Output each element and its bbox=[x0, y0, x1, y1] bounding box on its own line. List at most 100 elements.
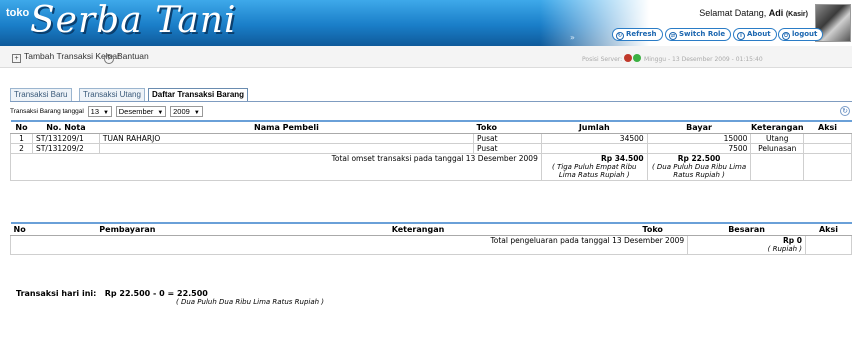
daily-summary: Transaksi hari ini: Rp 22.500 - 0 = 22.5… bbox=[16, 289, 208, 298]
total-bayar-words: ( Dua Puluh Dua Ribu Lima Ratus Rupiah ) bbox=[651, 162, 747, 179]
greeting: Selamat Datang, Adi (Kasir) bbox=[699, 8, 808, 18]
toolbar: + Tambah Transaksi Keluar ? Bantuan Posisi… bbox=[0, 46, 852, 68]
total-row: Total omset transaksi pada tanggal 13 De… bbox=[10, 152, 852, 181]
help-icon: ? bbox=[104, 54, 114, 64]
server-datetime: Minggu - 13 Desember 2009 - 01:15:40 bbox=[644, 56, 763, 63]
summary-formula: Rp 22.500 - 0 = bbox=[104, 289, 175, 298]
cell-toko: Pusat bbox=[472, 132, 542, 144]
total-bayar-cell: Rp 22.500 ( Dua Puluh Dua Ribu Lima Ratu… bbox=[646, 152, 752, 181]
server-label: Posisi Server: bbox=[582, 56, 623, 63]
month-value: Desember bbox=[118, 107, 154, 116]
chevron-down-icon: ▼ bbox=[157, 110, 164, 116]
about-label: About bbox=[747, 30, 771, 38]
user-role: (Kasir) bbox=[785, 11, 808, 18]
chevron-down-icon: ▼ bbox=[103, 110, 109, 116]
total-jumlah-words: ( Tiga Puluh Empat Ribu Lima Ratus Rupia… bbox=[552, 162, 637, 179]
cell-bayar: 7500 bbox=[646, 142, 752, 154]
col-header: Pembayaran bbox=[36, 223, 219, 236]
user-name: Adi bbox=[768, 8, 784, 18]
total-row: Total pengeluaran pada tanggal 13 Desemb… bbox=[9, 234, 852, 255]
total-besaran-cell: Rp 0 ( Rupiah ) bbox=[687, 234, 806, 255]
cell-nota: ST/131209/1 bbox=[31, 132, 100, 144]
expense-table: No Pembayaran Keterangan Toko Besaran Ak… bbox=[9, 222, 852, 255]
help-link[interactable]: ? Bantuan bbox=[104, 51, 149, 64]
tab-transaksi-baru[interactable]: Transaksi Baru bbox=[10, 88, 72, 101]
server-status: Posisi Server: Minggu - 13 Desember 2009… bbox=[582, 54, 763, 63]
summary-words: ( Dua Puluh Dua Ribu Lima Ratus Rupiah ) bbox=[176, 298, 325, 306]
total-jumlah-cell: Rp 34.500 ( Tiga Puluh Empat Ribu Lima R… bbox=[540, 152, 648, 181]
cell-toko: Pusat bbox=[472, 142, 542, 154]
cell-nota: ST/131209/2 bbox=[31, 142, 100, 154]
col-header: No bbox=[10, 121, 33, 134]
col-header: Nama Pembeli bbox=[99, 121, 474, 134]
col-header: No. Nota bbox=[32, 121, 100, 134]
refresh-label: Refresh bbox=[626, 30, 657, 38]
cell-no: 1 bbox=[10, 132, 33, 144]
refresh-icon: ↻ bbox=[616, 32, 624, 40]
day-value: 13 bbox=[90, 107, 99, 116]
chevron-down-icon: ▼ bbox=[193, 110, 200, 116]
table-row[interactable]: 1 ST/131209/1 TUAN RAHARJO Pusat 34500 1… bbox=[10, 132, 852, 144]
col-header: Bayar bbox=[647, 121, 751, 134]
col-header: Jumlah bbox=[541, 121, 648, 134]
cell-keterangan: Pelunasan bbox=[750, 142, 805, 154]
sales-table: No No. Nota Nama Pembeli Toko Jumlah Bay… bbox=[10, 120, 852, 181]
total-jumlah: Rp 34.500 bbox=[600, 153, 644, 163]
cell-jumlah bbox=[540, 142, 648, 154]
header-marker: » bbox=[570, 33, 575, 42]
col-header: Toko bbox=[473, 121, 542, 134]
power-icon: ⏻ bbox=[782, 32, 790, 40]
summary-result: 22.500 bbox=[177, 289, 208, 298]
app-logo: Serba Tani bbox=[30, 0, 237, 41]
info-icon: i bbox=[737, 32, 745, 40]
logout-label: logout bbox=[792, 30, 818, 38]
month-select[interactable]: Desember ▼ bbox=[115, 106, 167, 117]
tab-daftar-transaksi[interactable]: Daftar Transaksi Barang bbox=[148, 88, 249, 102]
cell-empty bbox=[750, 152, 805, 181]
col-header: Keterangan bbox=[750, 121, 804, 134]
cell-empty bbox=[805, 234, 852, 255]
day-select[interactable]: 13 ▼ bbox=[87, 106, 112, 117]
about-button[interactable]: i About bbox=[733, 28, 777, 41]
switch-role-icon: ⇄ bbox=[669, 32, 677, 40]
cell-pembeli bbox=[98, 142, 474, 154]
cell-keterangan: Utang bbox=[750, 132, 805, 144]
table-row[interactable]: 2 ST/131209/2 Pusat 7500 Pelunasan bbox=[10, 142, 852, 154]
cell-jumlah: 34500 bbox=[540, 132, 648, 144]
summary-label: Transaksi hari ini: bbox=[16, 289, 97, 298]
refresh-button[interactable]: ↻ Refresh bbox=[612, 28, 663, 41]
status-green-icon bbox=[633, 54, 642, 62]
total-omset-label: Total omset transaksi pada tanggal 13 De… bbox=[10, 152, 542, 181]
col-header: Besaran bbox=[687, 223, 806, 236]
tab-divider bbox=[10, 101, 852, 102]
year-select[interactable]: 2009 ▼ bbox=[170, 106, 203, 117]
col-header: Keterangan bbox=[218, 223, 618, 236]
status-red-icon bbox=[624, 54, 633, 62]
switch-role-label: Switch Role bbox=[679, 30, 726, 38]
reload-icon[interactable]: ↻ bbox=[840, 106, 850, 116]
col-header: Toko bbox=[617, 223, 688, 236]
add-icon: + bbox=[12, 54, 21, 63]
logo-prefix: toko bbox=[6, 7, 30, 19]
greeting-prefix: Selamat Datang, bbox=[699, 8, 767, 18]
total-besaran: Rp 0 bbox=[783, 235, 802, 245]
tab-transaksi-utang[interactable]: Transaksi Utang bbox=[79, 88, 145, 101]
table-header-row: No No. Nota Nama Pembeli Toko Jumlah Bay… bbox=[10, 121, 852, 134]
app-header: toko Serba Tani » Selamat Datang, Adi (K… bbox=[0, 0, 852, 46]
year-value: 2009 bbox=[173, 107, 190, 116]
col-header: Aksi bbox=[805, 223, 852, 236]
cell-pembeli: TUAN RAHARJO bbox=[98, 132, 474, 144]
date-filter: Transaksi Barang tanggal 13 ▼ Desember ▼ 2… bbox=[10, 106, 203, 117]
help-label: Bantuan bbox=[117, 51, 149, 61]
switch-role-button[interactable]: ⇄ Switch Role bbox=[665, 28, 732, 41]
total-bayar: Rp 22.500 bbox=[677, 153, 721, 163]
cell-aksi bbox=[803, 132, 852, 144]
filter-label: Transaksi Barang tanggal bbox=[10, 108, 84, 116]
cell-empty bbox=[803, 152, 852, 181]
cell-bayar: 15000 bbox=[646, 132, 752, 144]
cell-no: 2 bbox=[10, 142, 33, 154]
logout-button[interactable]: ⏻ logout bbox=[778, 28, 824, 41]
table-header-row: No Pembayaran Keterangan Toko Besaran Ak… bbox=[10, 223, 852, 236]
col-header: Aksi bbox=[803, 121, 852, 134]
total-besaran-words: ( Rupiah ) bbox=[767, 244, 802, 253]
